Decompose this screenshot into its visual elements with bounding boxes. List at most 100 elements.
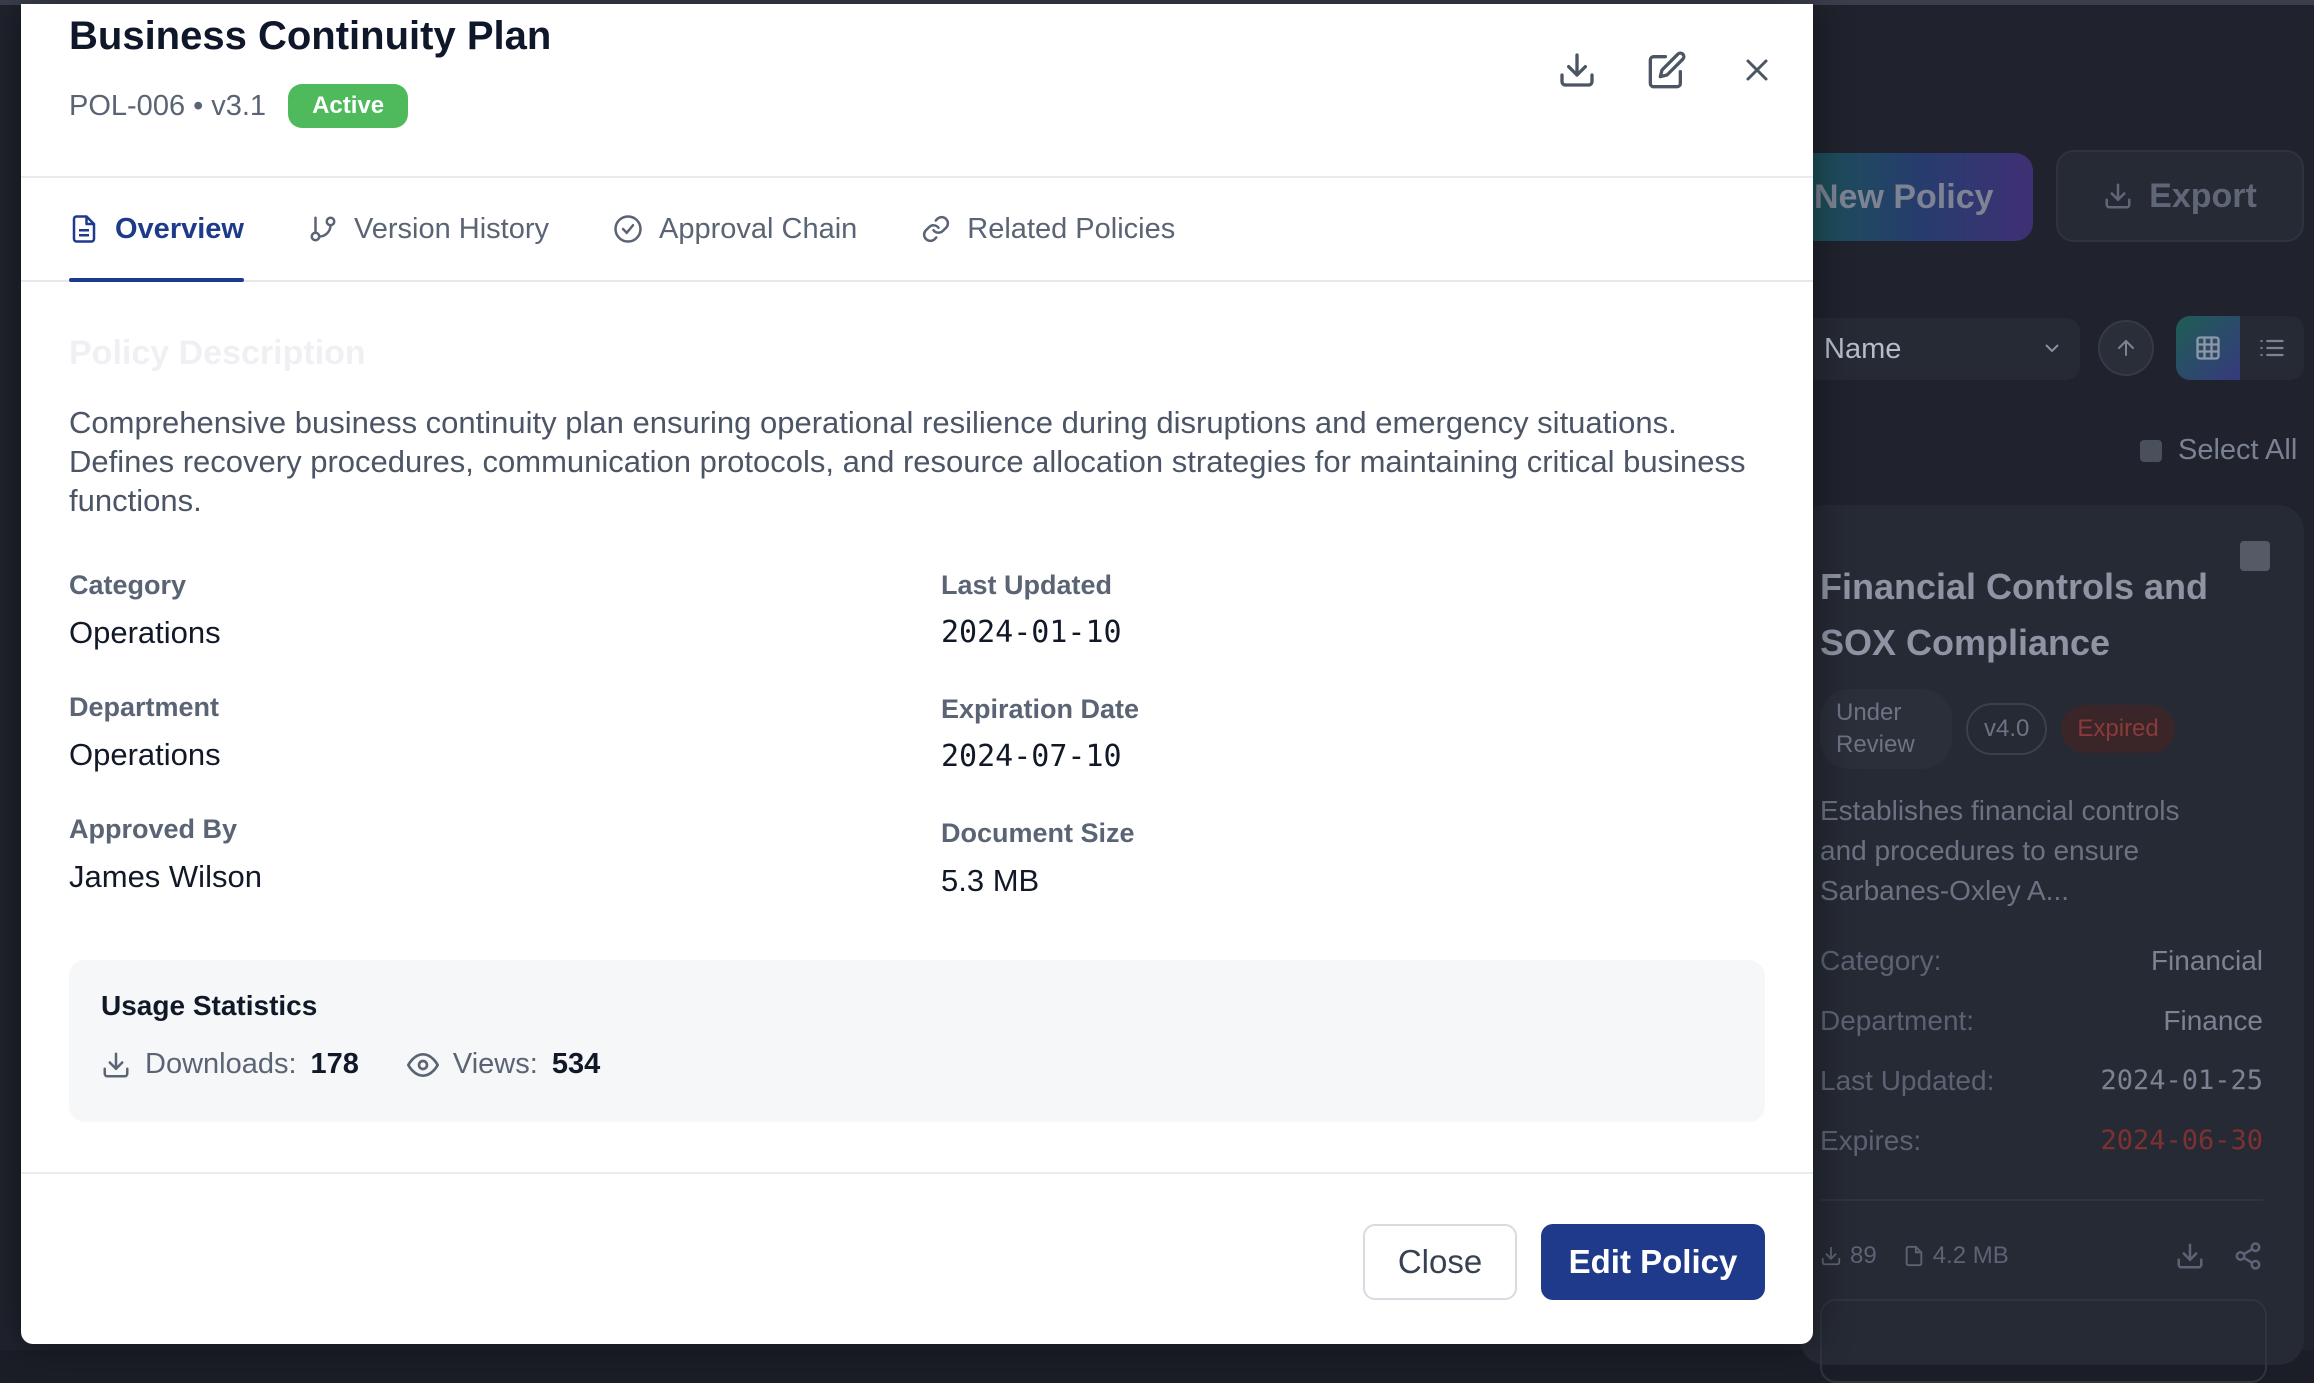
new-policy-label: New Policy <box>1814 177 1994 216</box>
modal-header: Business Continuity Plan POL-006 • v3.1 … <box>21 4 1813 178</box>
share-icon[interactable] <box>2233 1241 2263 1271</box>
download-icon[interactable] <box>2175 1241 2205 1271</box>
downloads-value: 178 <box>310 1048 359 1080</box>
field-value: 5.3 MB <box>941 863 1040 898</box>
card-size: 4.2 MB <box>1903 1242 2009 1270</box>
sort-direction-button[interactable] <box>2098 320 2154 376</box>
card-meta-row: Last Updated: 2024-01-25 <box>1820 1065 2263 1125</box>
field-value: Operations <box>69 737 221 772</box>
check-circle-icon <box>614 215 642 243</box>
card-checkbox[interactable] <box>2240 541 2270 571</box>
field-category: Category Operations <box>69 570 941 692</box>
download-icon <box>1560 53 1594 87</box>
meta-separator: • <box>193 89 204 122</box>
tab-version-history[interactable]: Version History <box>308 178 549 280</box>
policy-detail-modal: Business Continuity Plan POL-006 • v3.1 … <box>21 4 1813 1344</box>
download-button[interactable] <box>1557 50 1597 90</box>
usage-title: Usage Statistics <box>101 990 318 1021</box>
arrow-up-icon <box>2118 339 2134 356</box>
field-department: Department Operations <box>69 692 941 814</box>
tab-label: Approval Chain <box>659 212 858 245</box>
edit-button[interactable] <box>1647 50 1687 90</box>
details-left-column: Category Operations Department Operation… <box>69 570 941 942</box>
policy-version: v3.1 <box>211 89 267 122</box>
tab-related-policies[interactable]: Related Policies <box>921 178 1175 280</box>
view-toggle <box>2176 316 2304 380</box>
field-label: Last Updated <box>941 570 1113 600</box>
modal-tabs: Overview Version History Approval Chain … <box>21 178 1813 282</box>
policy-description: Comprehensive business continuity plan e… <box>69 405 1746 518</box>
select-all[interactable]: Select All <box>2140 434 2297 467</box>
field-label: Approved By <box>69 814 238 844</box>
card-meta: Category: Financial Department: Finance … <box>1820 945 2263 1185</box>
header-actions <box>1557 50 1777 90</box>
grid-view-button[interactable] <box>2176 316 2240 380</box>
usage-statistics: Usage Statistics Downloads: 178 Views: 5… <box>69 960 1765 1122</box>
field-label: Department <box>69 692 220 722</box>
list-view-button[interactable] <box>2240 316 2304 380</box>
document-icon <box>72 215 96 243</box>
policy-id: POL-006 <box>69 89 186 122</box>
tab-overview[interactable]: Overview <box>69 178 244 282</box>
card-meta-label: Last Updated: <box>1820 1065 1995 1096</box>
tab-label: Overview <box>115 212 244 245</box>
card-footer: 89 4.2 MB <box>1820 1241 2263 1271</box>
field-document-size: Document Size 5.3 MB <box>941 818 1741 942</box>
card-meta-label: Department: <box>1820 1005 1975 1036</box>
policy-details: Category Operations Department Operation… <box>69 570 1769 942</box>
policy-card[interactable]: Financial Controls and SOX Compliance Un… <box>1800 505 2304 1383</box>
tab-label: Version History <box>353 212 549 245</box>
field-last-updated: Last Updated 2024-01-10 <box>941 570 1741 694</box>
views-label: Views: <box>452 1048 538 1080</box>
policy-meta: POL-006 • v3.1 Active <box>69 84 409 128</box>
download-icon <box>103 1052 129 1077</box>
close-modal-button[interactable] <box>1737 50 1777 90</box>
field-value: 2024-07-10 <box>941 739 1122 774</box>
modal-title: Business Continuity Plan <box>69 14 552 58</box>
link-icon <box>923 215 950 243</box>
eye-icon <box>406 1052 439 1077</box>
field-value: Operations <box>69 615 221 650</box>
edit-icon <box>1648 51 1686 89</box>
card-meta-value: 2024-01-25 <box>2100 1065 2263 1096</box>
download-icon <box>2105 183 2131 209</box>
card-meta-row: Department: Finance <box>1820 1005 2263 1065</box>
card-expired-badge: Expired <box>2061 705 2175 753</box>
sort-select[interactable]: Name <box>1800 318 2080 380</box>
field-expiration-date: Expiration Date 2024-07-10 <box>941 694 1741 818</box>
select-all-checkbox[interactable] <box>2140 439 2162 462</box>
section-title: Policy Description <box>69 334 366 372</box>
download-icon <box>1821 1246 1841 1266</box>
tab-approval-chain[interactable]: Approval Chain <box>613 178 857 280</box>
views-value: 534 <box>551 1048 601 1080</box>
field-label: Document Size <box>941 818 1135 848</box>
field-label: Expiration Date <box>941 694 1140 724</box>
card-meta-value: 2024-06-30 <box>2100 1125 2263 1156</box>
field-label: Category <box>69 570 187 600</box>
card-meta-label: Category: <box>1820 945 1942 976</box>
export-label: Export <box>2149 176 2257 215</box>
close-icon <box>1746 59 1768 81</box>
details-right-column: Last Updated 2024-01-10 Expiration Date … <box>941 570 1741 942</box>
git-branch-icon <box>310 216 336 242</box>
grid-icon <box>2196 336 2220 360</box>
close-button[interactable]: Close <box>1363 1224 1517 1300</box>
field-value: 2024-01-10 <box>941 615 1122 650</box>
new-policy-button[interactable]: New Policy <box>1780 153 2033 241</box>
edit-policy-button[interactable]: Edit Policy <box>1541 1224 1765 1300</box>
card-size-value: 4.2 MB <box>1932 1242 2009 1269</box>
list-icon <box>2260 339 2284 357</box>
downloads-label: Downloads: <box>145 1048 297 1080</box>
next-card-stub <box>1820 1299 2267 1383</box>
card-divider <box>1820 1199 2263 1201</box>
card-version-badge: v4.0 <box>1966 703 2048 755</box>
card-downloads-value: 89 <box>1850 1242 1877 1269</box>
sort-select-value: Name <box>1824 332 1902 365</box>
export-button[interactable]: Export <box>2056 150 2304 242</box>
views-stat: Views: 534 <box>406 1048 601 1081</box>
card-meta-value: Finance <box>2163 1005 2263 1036</box>
card-downloads: 89 <box>1820 1242 1877 1270</box>
card-status-badge: Under Review <box>1820 689 1952 769</box>
overview-panel: Policy Description Comprehensive busines… <box>69 334 1769 942</box>
card-meta-label: Expires: <box>1820 1125 1922 1156</box>
